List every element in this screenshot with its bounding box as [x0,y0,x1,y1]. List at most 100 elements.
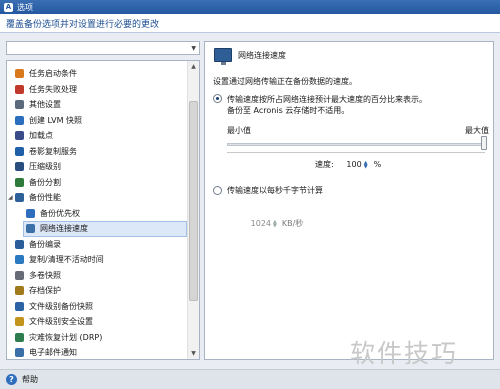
file-snapshot-icon [15,301,24,311]
tree-item-label: 任务启动条件 [29,69,77,79]
panel-title: 网络连接速度 [238,50,286,60]
tree-item-label: 任务失败处理 [29,84,77,94]
tree-expander-icon[interactable]: ◢ [8,194,13,201]
tree-item[interactable]: 灾难恢复计划 (DRP) [7,330,187,346]
percent-option[interactable]: 传输速度按所占网络连接预计最大速度的百分比来表示。 备份至 Acronis 云存… [213,94,427,116]
tree-item-label: 文件级别备份快照 [29,301,93,311]
speed-value[interactable]: 100 [340,160,361,169]
header-bar: 覆盖备份选项并对设置进行必要的更改 [0,14,500,33]
tree-item-label: 压缩级别 [29,162,61,172]
split-icon [15,177,24,187]
mountpoint-icon [15,131,24,141]
tree-item-label: 创建 LVM 快照 [29,115,83,125]
tree-item[interactable]: 文件级别安全设置 [7,314,187,330]
priority-icon [26,208,35,218]
page-subtitle: 覆盖备份选项并对设置进行必要的更改 [6,19,160,30]
tree-item-label: 灾难恢复计划 (DRP) [29,332,103,342]
options-dropdown[interactable]: ▼ [6,41,200,55]
multivolume-icon [15,270,24,280]
speed-slider-track[interactable] [227,143,485,146]
speed-slider-thumb[interactable] [481,136,487,150]
app-icon: A [4,2,13,12]
tree-item-label: 复制/清理不活动时间 [29,255,104,265]
kb-option-label: 传输速度以每秒千字节计算 [227,186,323,195]
stepper-arrows-icon[interactable]: ▲ ▼ [364,160,368,169]
gear-icon [15,100,24,110]
tree-item[interactable]: 多卷快照 [7,268,187,284]
tree-item-label: 卷影复制服务 [29,146,77,156]
tree-item[interactable]: 任务失败处理 [7,82,187,98]
kb-row: 1024 ▲ ▼ KB/秒 [249,218,304,229]
tree-item[interactable]: 备份优先权 [7,206,187,222]
tree-item-label: 多卷快照 [29,270,61,280]
slider-min-label: 最小值 [227,126,251,135]
drp-icon [15,332,24,342]
chevron-down-icon[interactable]: ▼ [191,45,196,52]
kb-unit: KB/秒 [281,219,304,228]
help-link[interactable]: 帮助 [22,374,38,385]
panel-header: 网络连接速度 [214,48,286,65]
speed-row: 速度: 100 ▲ ▼ % [315,159,381,170]
kb-radio[interactable] [213,186,222,195]
tree-item-label: 加载点 [29,131,53,141]
tree-item[interactable]: 复制/清理不活动时间 [7,252,187,268]
percent-radio[interactable] [213,94,222,103]
speed-slider-ticks [227,150,485,153]
window-title: 选项 [17,2,33,12]
tree-item[interactable]: 备份分割 [7,175,187,191]
kb-option[interactable]: 传输速度以每秒千字节计算 [213,185,323,196]
slider-max-label: 最大值 [465,126,489,135]
tree-item-label: 备份性能 [29,193,61,203]
network-speed-icon [26,224,35,234]
tree-item[interactable]: 卷影复制服务 [7,144,187,160]
percent-option-line1: 传输速度按所占网络连接预计最大速度的百分比来表示。 [227,95,427,104]
title-bar: A 选项 [0,0,500,14]
watermark: 软件技巧 [350,339,459,368]
tree-item-label: 电子邮件通知 [29,348,77,358]
tree-item-label: 其他设置 [29,100,61,110]
percent-option-line2: 备份至 Acronis 云存储时不适用。 [227,106,350,115]
tree-scrollbar[interactable]: ▲ ▼ [187,61,199,359]
kb-stepper[interactable]: 1024 ▲ ▼ [249,219,277,228]
tree-item-label: 备份分割 [29,177,61,187]
catalog-icon [15,239,24,249]
file-security-icon [15,317,24,327]
tree-item[interactable]: 创建 LVM 快照 [7,113,187,129]
speed-label: 速度: [315,160,334,169]
task-error-icon [15,84,24,94]
tree-item[interactable]: 备份编录 [7,237,187,253]
performance-icon [15,193,24,203]
compression-icon [15,162,24,172]
options-tree: 任务启动条件 任务失败处理 其他设置创建 LVM 快照 加载点卷影复制服务 压缩级别备份… [6,60,200,360]
speed-stepper[interactable]: 100 ▲ ▼ [340,160,368,169]
kb-stepper-arrows-icon[interactable]: ▲ ▼ [273,219,277,228]
tree-item-label: 存档保护 [29,286,61,296]
panel-description: 设置通过网络传输正在备份数据的速度。 [213,77,357,86]
scroll-thumb[interactable] [189,101,198,301]
tree-item[interactable]: 压缩级别 [7,159,187,175]
tree-item-label: 备份编录 [29,239,61,249]
kb-value[interactable]: 1024 [249,219,271,228]
snapshot-icon [15,115,24,125]
tree-item[interactable]: 电子邮件通知 [7,345,187,359]
tree-item[interactable]: 其他设置 [7,97,187,113]
scroll-down-icon[interactable]: ▼ [188,348,199,359]
tree-item[interactable]: 存档保护 [7,283,187,299]
tree-item[interactable]: 加载点 [7,128,187,144]
email-icon [15,348,24,358]
tree-item[interactable]: 网络连接速度 [23,221,187,237]
tree-item[interactable]: 文件级别备份快照 [7,299,187,315]
help-icon[interactable]: ? [6,374,17,385]
speed-unit: % [373,160,382,169]
lock-icon [15,286,24,296]
tree-item[interactable]: 任务启动条件 [7,66,187,82]
footer-bar: ? 帮助 [0,369,500,389]
tree-item-label: 备份优先权 [40,208,80,218]
tree-item-label: 网络连接速度 [40,224,88,234]
clock-icon [15,69,24,79]
replication-icon [15,255,24,265]
network-monitor-icon [214,48,232,65]
tree-item[interactable]: ◢ 备份性能 [7,190,187,206]
scroll-up-icon[interactable]: ▲ [188,61,199,72]
tree-item-label: 文件级别安全设置 [29,317,93,327]
